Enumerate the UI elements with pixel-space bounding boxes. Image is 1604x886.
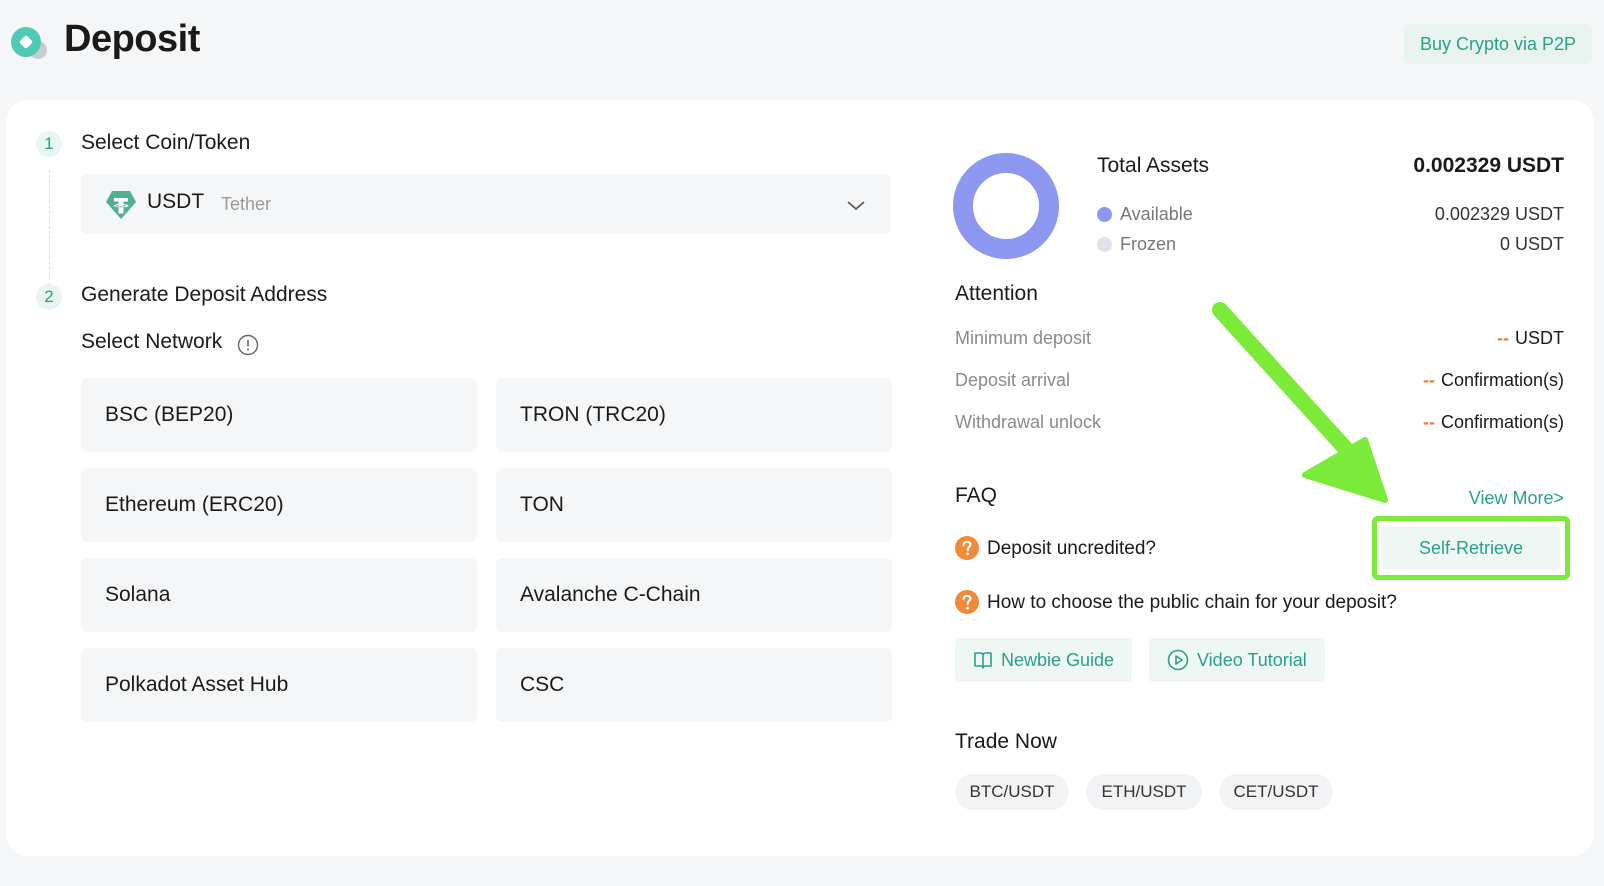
trade-pair-button[interactable]: BTC/USDT [955,774,1069,810]
buy-crypto-p2p-button[interactable]: Buy Crypto via P2P [1404,24,1592,64]
donut-available-arc [953,153,1059,259]
book-icon [974,652,992,669]
page-header: Deposit Buy Crypto via P2P [0,0,1604,100]
network-option[interactable]: CSC [496,648,892,722]
assets-donut-chart [953,153,1059,259]
step-2-number: 2 [36,284,62,310]
page-title: Deposit [64,18,200,60]
coinex-logo [11,27,47,59]
newbie-guide-label: Newbie Guide [1001,649,1115,670]
network-option[interactable]: Avalanche C-Chain [496,558,892,632]
legend-available: Available [1097,204,1193,225]
info-icon[interactable] [237,334,259,356]
step-1-title: Select Coin/Token [81,131,251,154]
coin-name: Tether [221,194,272,214]
annotation-arrow [1212,302,1388,503]
network-option[interactable]: Ethereum (ERC20) [81,468,477,542]
question-icon [955,590,979,614]
available-dot [1097,207,1112,222]
available-label: Available [1120,204,1193,224]
min-deposit-value: -- USDT [1497,328,1564,348]
withdrawal-unlock-value: -- Confirmation(s) [1422,412,1564,432]
network-option[interactable]: Solana [81,558,477,632]
coin-symbol: USDT [147,190,205,213]
step-2-title: Generate Deposit Address [81,283,328,306]
video-tutorial-label: Video Tutorial [1197,649,1307,670]
faq-question[interactable]: How to choose the public chain for your … [987,592,1397,614]
video-tutorial-button[interactable]: Video Tutorial [1149,638,1325,682]
tether-icon [106,191,136,219]
frozen-dot [1097,237,1112,252]
trade-pair-button[interactable]: CET/USDT [1219,774,1333,810]
network-option[interactable]: TON [496,468,892,542]
question-icon [955,536,979,560]
available-value: 0.002329 USDT [1434,204,1564,224]
network-option[interactable]: BSC (BEP20) [81,378,477,452]
min-deposit-label: Minimum deposit [955,328,1092,348]
newbie-guide-button[interactable]: Newbie Guide [955,638,1133,682]
self-retrieve-button[interactable]: Self-Retrieve [1382,526,1560,570]
total-assets-label: Total Assets [1097,154,1210,177]
coin-select[interactable]: USDT Tether [81,174,891,234]
trade-pair-button[interactable]: ETH/USDT [1086,774,1202,810]
step-connector [49,170,50,290]
faq-title: FAQ [955,484,998,507]
deposit-arrival-value: -- Confirmation(s) [1422,370,1564,390]
faq-question[interactable]: Deposit uncredited? [987,538,1156,560]
withdrawal-unlock-label: Withdrawal unlock [955,412,1102,432]
attention-title: Attention [955,282,1038,305]
network-option[interactable]: TRON (TRC20) [496,378,892,452]
network-option[interactable]: Polkadot Asset Hub [81,648,477,722]
frozen-value: 0 USDT [1499,234,1564,254]
select-network-label: Select Network [81,330,223,353]
trade-now-title: Trade Now [955,730,1057,753]
view-more-link[interactable]: View More> [1469,488,1564,509]
step-1-number: 1 [36,131,62,157]
total-assets-value: 0.002329 USDT [1413,154,1564,177]
frozen-label: Frozen [1120,234,1177,254]
deposit-arrival-label: Deposit arrival [955,370,1071,390]
play-icon [1167,649,1189,671]
chevron-down-icon [847,201,865,211]
legend-frozen: Frozen [1097,234,1176,255]
